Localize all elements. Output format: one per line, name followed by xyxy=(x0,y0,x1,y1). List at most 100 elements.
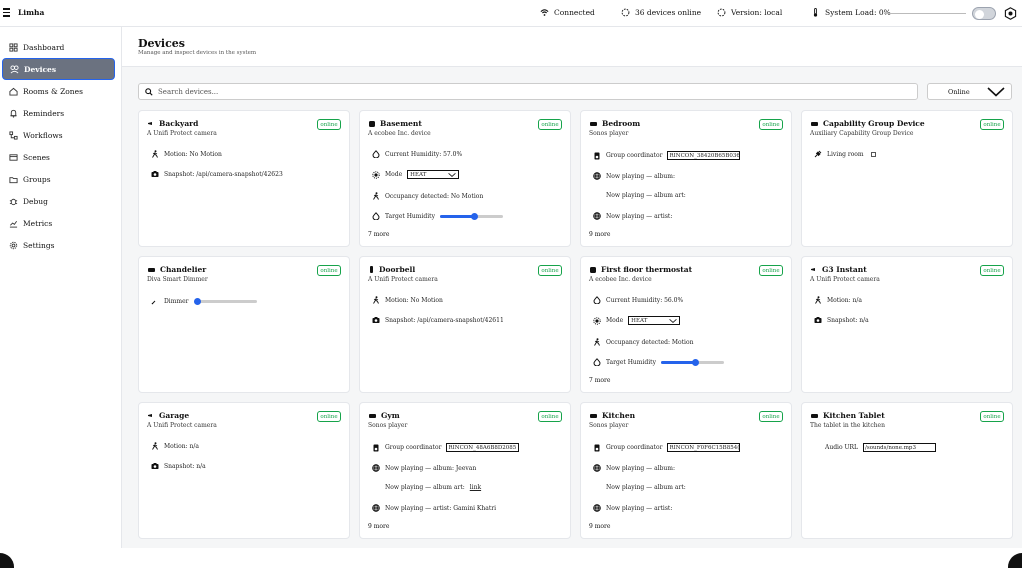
app-title: Limha xyxy=(18,8,45,17)
device-card-doorbell[interactable]: Doorbell A Unifi Protect camera online M… xyxy=(359,256,571,393)
device-description: A Unifi Protect camera xyxy=(147,422,217,429)
device-property-label: Target Humidity xyxy=(385,212,435,220)
scenes-icon xyxy=(9,153,18,161)
device-property-label: Living room xyxy=(827,150,864,158)
dimmer-icon xyxy=(151,300,156,305)
device-property-label: Dimmer xyxy=(164,297,189,305)
more-properties-link[interactable]: 9 more xyxy=(589,523,610,530)
dimmer-slider[interactable] xyxy=(193,297,257,305)
menu-icon[interactable] xyxy=(3,8,10,17)
sidebar-item-label: Metrics xyxy=(23,218,53,228)
more-properties-link[interactable]: 9 more xyxy=(368,523,389,530)
device-card-backyard[interactable]: Backyard A Unifi Protect camera online M… xyxy=(138,110,350,247)
device-card-gym[interactable]: Gym Sonos player online Group coordinato… xyxy=(359,402,571,539)
device-card-capability-group-device[interactable]: Capability Group Device Auxiliary Capabi… xyxy=(801,110,1013,247)
device-description: Sonos player xyxy=(589,130,629,137)
sidebar-item-rooms-zones[interactable]: Rooms & Zones xyxy=(2,80,115,102)
status-filter-select[interactable]: Online xyxy=(927,83,1012,100)
device-card-first-floor-thermostat[interactable]: First floor thermostat A ecobee Inc. dev… xyxy=(580,256,792,393)
bell-icon xyxy=(10,109,17,118)
bottom-strip xyxy=(0,548,1022,568)
device-property: Now playing — album art: xyxy=(606,484,686,491)
device-property-label: Group coordinator xyxy=(606,444,663,451)
devices-icon xyxy=(10,64,19,73)
sidebar-item-metrics[interactable]: Metrics xyxy=(2,212,115,234)
living-room-checkbox[interactable] xyxy=(870,151,876,157)
mode-select[interactable]: HEAT xyxy=(628,316,681,325)
device-property: Motion: n/a xyxy=(827,296,862,304)
hexagon-settings-icon[interactable] xyxy=(1004,7,1017,20)
device-property: Occupancy detected: No Motion xyxy=(385,192,484,200)
device-name: Capability Group Device xyxy=(823,119,925,128)
device-card-garage[interactable]: Garage A Unifi Protect camera online Mot… xyxy=(138,402,350,539)
search-input[interactable] xyxy=(158,87,898,96)
device-description: A Unifi Protect camera xyxy=(368,276,438,283)
globe-icon xyxy=(593,212,601,220)
device-name: Basement xyxy=(380,119,422,128)
group-coordinator-field[interactable]: RINCON_38420B65B036 xyxy=(667,151,741,160)
camera-snapshot-icon xyxy=(372,317,380,323)
sidebar-item-workflows[interactable]: Workflows xyxy=(2,124,115,146)
thermostat-icon xyxy=(369,120,375,127)
motion-icon xyxy=(815,296,821,304)
globe-icon xyxy=(372,464,380,472)
search-box[interactable] xyxy=(138,83,918,100)
system-load-status: System Load: 0% xyxy=(811,8,891,17)
target-humidity-slider[interactable] xyxy=(439,212,503,220)
main-content: Devices Manage and inspect devices in th… xyxy=(122,27,1022,548)
device-card-chandelier[interactable]: Chandelier Diva Smart Dimmer online Dimm… xyxy=(138,256,350,393)
device-name: Kitchen Tablet xyxy=(823,411,885,420)
sidebar: Dashboard Devices Rooms & Zones Reminder… xyxy=(0,27,122,548)
device-description: A ecobee Inc. device xyxy=(368,130,431,137)
device-card-bedroom[interactable]: Bedroom Sonos player online Group coordi… xyxy=(580,110,792,247)
gear-icon xyxy=(9,241,18,249)
speaker-icon xyxy=(373,444,379,451)
system-load-label: System Load: 0% xyxy=(825,8,891,17)
target-humidity-slider[interactable] xyxy=(660,358,724,366)
group-coordinator-field[interactable]: RINCON_F0F6C15B854( xyxy=(667,443,741,452)
bug-icon xyxy=(9,198,18,205)
audio-url-field[interactable]: /sounds/none.mp3 xyxy=(863,443,937,452)
sidebar-item-label: Reminders xyxy=(23,108,65,118)
sidebar-item-scenes[interactable]: Scenes xyxy=(2,146,115,168)
status-badge: online xyxy=(980,411,1004,422)
device-card-basement[interactable]: Basement A ecobee Inc. device online Cur… xyxy=(359,110,571,247)
device-name: Kitchen xyxy=(602,411,636,420)
more-properties-link[interactable]: 9 more xyxy=(589,231,610,238)
motion-icon xyxy=(373,296,379,304)
device-property: Now playing — album art: xyxy=(606,192,686,199)
page-header: Devices Manage and inspect devices in th… xyxy=(122,27,1022,67)
humidity-icon xyxy=(593,296,601,304)
sidebar-item-dashboard[interactable]: Dashboard xyxy=(2,36,115,58)
globe-icon xyxy=(372,504,380,512)
page-title: Devices xyxy=(138,37,185,50)
album-art-link[interactable]: link xyxy=(470,484,481,491)
device-card-kitchen-tablet[interactable]: Kitchen Tablet The tablet in the kitchen… xyxy=(801,402,1013,539)
device-property-label: Target Humidity xyxy=(606,358,656,366)
status-badge: online xyxy=(759,119,783,130)
theme-toggle[interactable] xyxy=(972,7,996,20)
device-property: Motion: No Motion xyxy=(385,296,443,304)
sidebar-item-settings[interactable]: Settings xyxy=(2,234,115,256)
group-coordinator-field[interactable]: RINCON_48A6B8D2085 xyxy=(446,443,520,452)
sidebar-item-reminders[interactable]: Reminders xyxy=(2,102,115,124)
mode-select-value: HEAT xyxy=(631,317,648,324)
device-description: The tablet in the kitchen xyxy=(810,422,885,429)
speaker-icon xyxy=(594,152,600,159)
camera-icon xyxy=(811,267,815,271)
mode-select[interactable]: HEAT xyxy=(407,170,460,179)
device-property: Snapshot: /api/camera-snapshot/42623 xyxy=(164,170,283,178)
globe-icon xyxy=(593,464,601,472)
more-properties-link[interactable]: 7 more xyxy=(368,231,389,238)
plug-icon xyxy=(814,150,822,158)
device-card-kitchen[interactable]: Kitchen Sonos player online Group coordi… xyxy=(580,402,792,539)
mode-icon xyxy=(372,170,380,179)
sidebar-item-groups[interactable]: Groups xyxy=(2,168,115,190)
more-properties-link[interactable]: 7 more xyxy=(589,377,610,384)
device-property: Now playing — artist: Gamini Khatri xyxy=(385,504,497,512)
sidebar-item-devices[interactable]: Devices xyxy=(2,58,115,80)
version-label: Version: local xyxy=(731,8,783,17)
device-card-g3-instant[interactable]: G3 Instant A Unifi Protect camera online… xyxy=(801,256,1013,393)
camera-snapshot-icon xyxy=(151,171,159,177)
sidebar-item-debug[interactable]: Debug xyxy=(2,190,115,212)
